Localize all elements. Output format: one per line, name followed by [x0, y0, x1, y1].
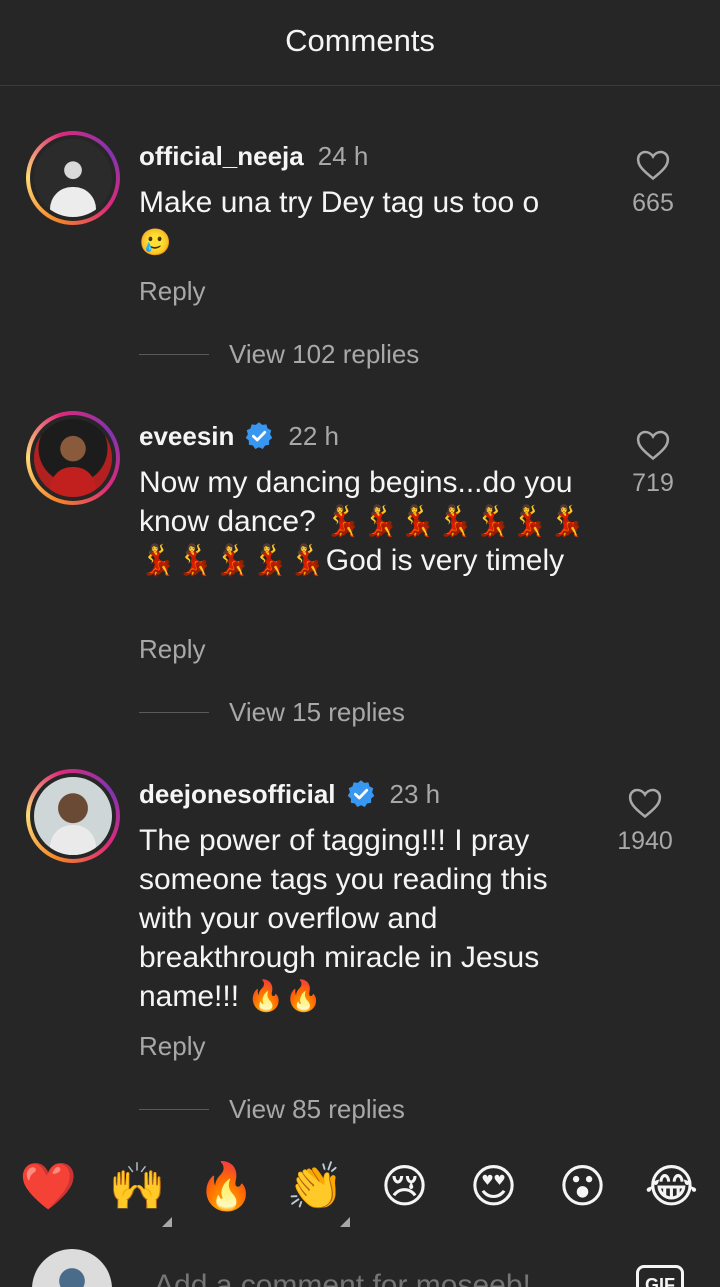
comment-time: 24 h: [317, 140, 369, 171]
like-count: 719: [632, 469, 674, 497]
like-button[interactable]: 1940: [605, 787, 685, 856]
comment-text: The power of tagging!!! I pray someone t…: [139, 824, 548, 1013]
reply-button[interactable]: Reply: [139, 276, 205, 307]
view-replies-button[interactable]: View 15 replies: [139, 697, 405, 728]
comment-text: Now my dancing begins...do you know danc…: [139, 466, 586, 577]
avatar[interactable]: [26, 769, 120, 863]
like-count: 665: [632, 189, 674, 217]
comment-time: 22 h: [288, 420, 340, 451]
current-user-avatar: [32, 1249, 112, 1287]
reply-button[interactable]: Reply: [139, 634, 205, 665]
view-replies-button[interactable]: View 85 replies: [139, 1094, 405, 1125]
comments-screen: Comments official_neeja 24 h Make una tr…: [0, 0, 720, 1287]
page-title: Comments: [285, 22, 435, 58]
comment-meta: official_neeja 24 h: [139, 139, 368, 173]
avatar[interactable]: [26, 411, 120, 505]
comment-text: Make una try Dey tag us too o 🥲: [139, 186, 540, 257]
skin-tone-indicator: [161, 1217, 172, 1227]
replies-divider: [139, 354, 209, 355]
comment-meta: eveesin 22 h: [139, 419, 339, 453]
skin-tone-indicator: [339, 1217, 350, 1227]
comment-meta: deejonesofficial 23 h: [139, 777, 440, 811]
heart-eyes-emoji-button[interactable]: 😍: [454, 1163, 534, 1209]
gif-button[interactable]: GIF: [636, 1265, 684, 1287]
comment-username[interactable]: official_neeja: [139, 141, 304, 172]
replies-divider: [139, 1109, 209, 1110]
clapping-hands-emoji-button[interactable]: 👏: [276, 1163, 356, 1227]
heart-outline-icon: [628, 788, 662, 819]
comment-username[interactable]: eveesin: [139, 421, 234, 452]
emoji-reaction-bar: ❤️ 🙌 🔥 👏 😢 😍 😮 😂: [0, 1148, 720, 1227]
fire-emoji-button[interactable]: 🔥: [187, 1163, 267, 1209]
heart-outline-icon: [636, 430, 670, 461]
view-replies-label: View 15 replies: [229, 697, 405, 727]
smiling-tear-emoji: 🥲: [139, 227, 172, 257]
comment-time: 23 h: [389, 778, 441, 809]
header: Comments: [0, 0, 720, 86]
replies-divider: [139, 712, 209, 713]
like-button[interactable]: 719: [613, 429, 693, 498]
like-count: 1940: [617, 827, 673, 855]
view-replies-label: View 85 replies: [229, 1094, 405, 1124]
comment-composer: GIF: [0, 1235, 720, 1287]
verified-badge-icon: [347, 780, 374, 807]
verified-badge-icon: [246, 422, 273, 449]
comment-input[interactable]: [154, 1269, 604, 1287]
avatar[interactable]: [26, 131, 120, 225]
reply-button[interactable]: Reply: [139, 1031, 205, 1062]
crying-face-emoji-button[interactable]: 😢: [365, 1163, 445, 1209]
tears-of-joy-emoji-button[interactable]: 😂: [632, 1163, 712, 1209]
heart-emoji-button[interactable]: ❤️: [9, 1163, 89, 1209]
view-replies-label: View 102 replies: [229, 339, 420, 369]
surprised-face-emoji-button[interactable]: 😮: [543, 1163, 623, 1209]
heart-outline-icon: [636, 150, 670, 181]
comment-username[interactable]: deejonesofficial: [139, 779, 336, 810]
view-replies-button[interactable]: View 102 replies: [139, 339, 419, 370]
raising-hands-emoji-button[interactable]: 🙌: [98, 1163, 178, 1227]
like-button[interactable]: 665: [613, 149, 693, 218]
